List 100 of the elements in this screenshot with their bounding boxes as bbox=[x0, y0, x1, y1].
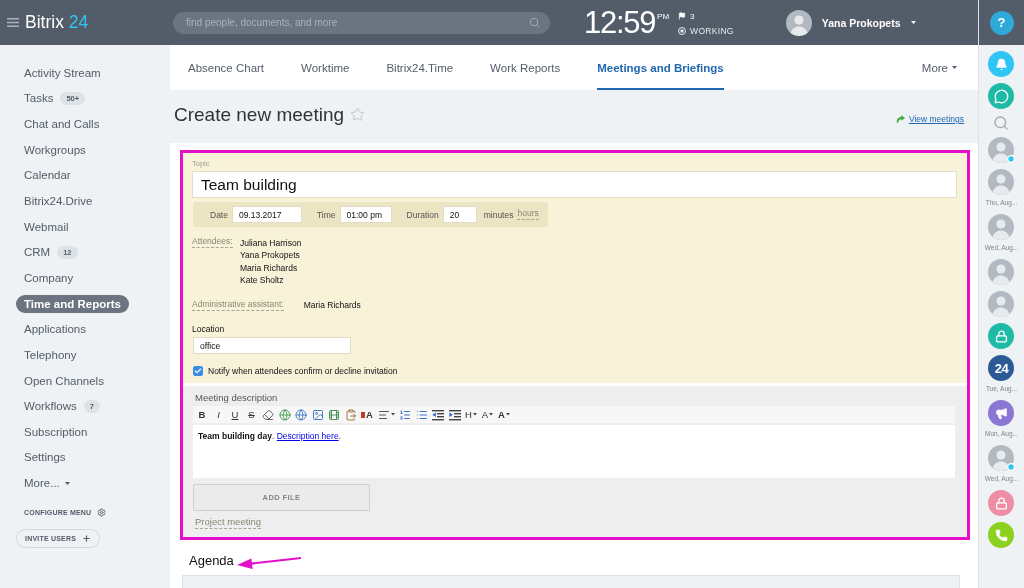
italic-button[interactable]: I bbox=[212, 407, 225, 422]
sidebar-item[interactable]: Workgroups bbox=[24, 140, 86, 159]
star-icon[interactable] bbox=[350, 107, 366, 122]
heading-button[interactable]: H bbox=[465, 407, 477, 422]
clock-period: PM bbox=[657, 12, 670, 21]
bullet-list-icon[interactable] bbox=[415, 408, 428, 421]
sidebar-item[interactable]: Activity Stream bbox=[24, 63, 101, 82]
avatar-icon bbox=[785, 9, 812, 36]
sidebar-item[interactable]: Telephony bbox=[24, 345, 77, 364]
sidebar-item[interactable]: Open Channels bbox=[24, 371, 104, 390]
avatar-icon[interactable] bbox=[988, 214, 1015, 240]
sidebar-item[interactable]: Applications bbox=[24, 320, 86, 339]
date-input[interactable]: 09.13.2017 bbox=[231, 206, 302, 223]
page-title: Create new meeting bbox=[174, 103, 345, 126]
logo-text[interactable]: Bitrix 24 bbox=[25, 12, 89, 33]
more-button[interactable]: More... bbox=[24, 474, 70, 493]
globe-icon[interactable] bbox=[295, 408, 307, 421]
tab[interactable]: Worktime bbox=[301, 45, 350, 90]
tab[interactable]: Bitrix24.Time bbox=[386, 45, 454, 90]
outdent-icon[interactable] bbox=[432, 408, 444, 421]
film-icon[interactable] bbox=[328, 408, 340, 421]
sidebar-item[interactable]: Workflows bbox=[24, 397, 77, 416]
caret-icon bbox=[489, 413, 494, 416]
sidebar-item[interactable]: CRM bbox=[24, 243, 51, 262]
clock-time: 12:59 bbox=[584, 7, 656, 38]
sidebar-item[interactable]: Chat and Calls bbox=[24, 115, 100, 134]
phone-icon[interactable] bbox=[988, 522, 1015, 548]
avatar-icon[interactable] bbox=[988, 291, 1015, 317]
view-meetings-link[interactable]: View meetings bbox=[908, 114, 964, 124]
sidebar-item[interactable]: Company bbox=[24, 268, 74, 287]
font-size-button[interactable]: A bbox=[481, 407, 494, 422]
search-icon[interactable] bbox=[993, 115, 1010, 131]
annotation-arrow bbox=[236, 554, 302, 571]
avatar-icon[interactable] bbox=[988, 137, 1015, 163]
bold-button[interactable]: B bbox=[196, 407, 208, 422]
avatar-icon[interactable] bbox=[988, 169, 1015, 195]
sidebar-item[interactable]: Calendar bbox=[24, 166, 71, 185]
duration-input[interactable]: 20 bbox=[442, 206, 477, 223]
caret-icon bbox=[390, 413, 395, 416]
align-left-icon bbox=[377, 408, 390, 421]
sidebar-item[interactable]: Bitrix24.Drive bbox=[24, 192, 93, 210]
search-icon[interactable] bbox=[529, 17, 540, 28]
unit-label: minutes bbox=[483, 209, 514, 220]
caret-icon bbox=[910, 21, 916, 24]
eraser-icon[interactable] bbox=[262, 408, 274, 421]
globe-icon[interactable] bbox=[278, 408, 291, 421]
assistant-link[interactable]: Administrative assistant: bbox=[192, 299, 284, 311]
search-field[interactable]: find people, documents, and more bbox=[173, 11, 550, 34]
caret-icon bbox=[64, 481, 70, 485]
chat-logo-button[interactable]: 24 bbox=[988, 355, 1015, 381]
attendee-name: Juliana Harrison bbox=[240, 237, 302, 250]
curved-arrow-icon bbox=[895, 115, 905, 123]
gear-icon bbox=[97, 508, 107, 518]
flag-count: 3 bbox=[690, 11, 695, 21]
tab[interactable]: Meetings and Briefings bbox=[597, 45, 724, 90]
location-input[interactable]: office bbox=[193, 337, 351, 355]
tab[interactable]: Absence Chart bbox=[188, 45, 265, 90]
sidebar-item[interactable]: Subscription bbox=[24, 422, 88, 441]
tab[interactable]: Work Reports bbox=[490, 45, 561, 90]
assistant-name: Maria Richards bbox=[303, 299, 361, 312]
field-label: Location bbox=[192, 324, 225, 335]
plus-icon bbox=[82, 533, 92, 543]
clipboard-icon[interactable] bbox=[344, 408, 357, 421]
indent-icon[interactable] bbox=[448, 408, 461, 421]
menu-icon[interactable] bbox=[7, 18, 19, 27]
bell-icon[interactable] bbox=[988, 51, 1015, 77]
caret-icon bbox=[505, 413, 510, 416]
attendee-name: Yana Prokopets bbox=[240, 249, 301, 262]
notify-checkbox[interactable] bbox=[193, 366, 203, 377]
lock-icon[interactable] bbox=[988, 490, 1015, 516]
attendees-link[interactable]: Attendees: bbox=[192, 237, 233, 248]
attendee-name: Maria Richards bbox=[240, 261, 299, 274]
sidebar-item[interactable]: Time and Reports bbox=[16, 294, 129, 313]
image-icon[interactable] bbox=[311, 408, 324, 421]
avatar-icon[interactable] bbox=[988, 259, 1015, 285]
field-label: Time bbox=[316, 209, 336, 220]
chat-bubble-icon[interactable] bbox=[988, 83, 1015, 109]
project-meeting-link[interactable]: Project meeting bbox=[195, 517, 261, 530]
numbered-list-icon[interactable] bbox=[399, 408, 411, 421]
sidebar-item[interactable]: Tasks bbox=[24, 89, 54, 108]
description-text: Team building day. Description here. bbox=[198, 431, 342, 443]
field-label: Duration bbox=[406, 209, 439, 220]
swatch-icon bbox=[361, 410, 366, 419]
agenda-title: Agenda bbox=[189, 553, 234, 570]
user-menu-button[interactable]: Yana Prokopets bbox=[785, 9, 916, 36]
description-editor[interactable]: Team building day. Description here. bbox=[193, 425, 955, 479]
lock-icon[interactable] bbox=[988, 323, 1015, 349]
sidebar-item[interactable]: Webmail bbox=[24, 217, 69, 236]
megaphone-icon[interactable] bbox=[988, 400, 1015, 426]
more-tab[interactable]: More bbox=[921, 45, 957, 90]
time-input[interactable]: 01:00 pm bbox=[339, 206, 392, 223]
description-link[interactable]: Description here bbox=[276, 431, 339, 442]
style-button[interactable]: A bbox=[361, 407, 373, 422]
strikethrough-button[interactable]: S bbox=[245, 407, 258, 422]
avatar-icon[interactable] bbox=[988, 445, 1015, 471]
font-color-button[interactable]: A bbox=[498, 407, 510, 422]
topic-input[interactable]: Team building bbox=[192, 171, 957, 198]
underline-button[interactable]: U bbox=[229, 407, 241, 422]
sidebar-item[interactable]: Settings bbox=[24, 448, 66, 467]
flag-icon bbox=[678, 12, 687, 20]
